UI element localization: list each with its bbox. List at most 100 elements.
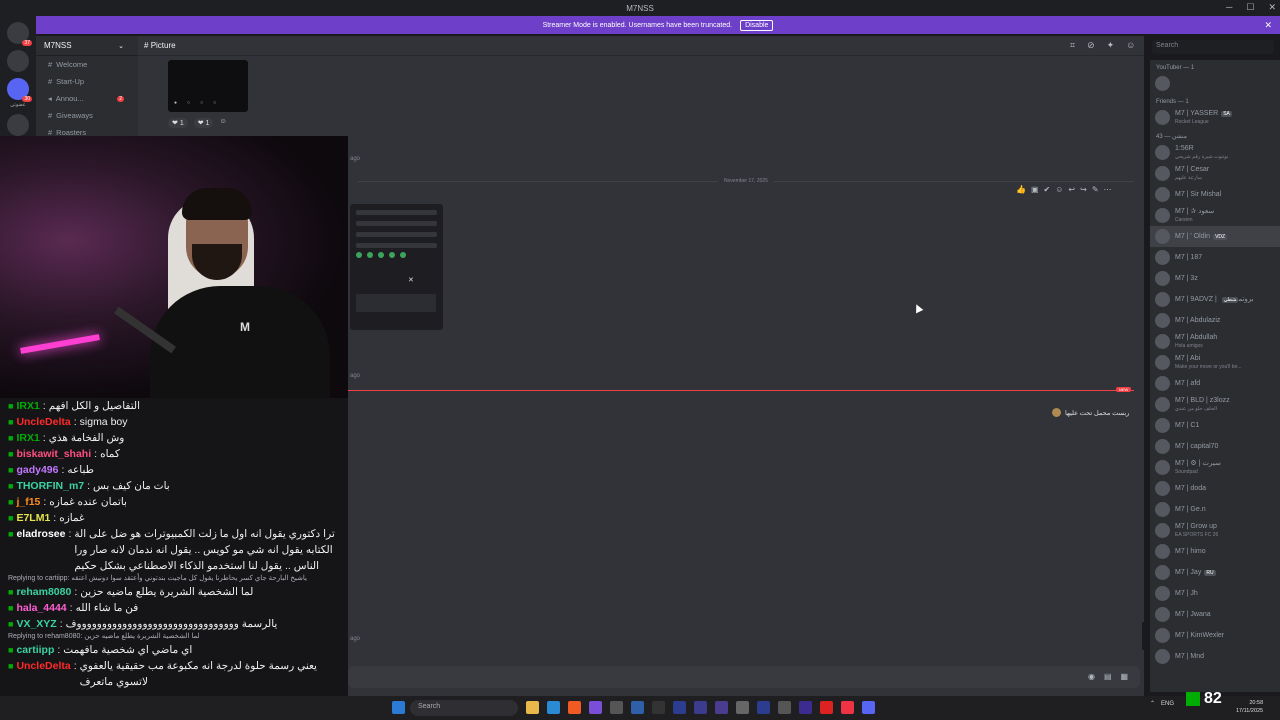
server-icon[interactable] bbox=[7, 114, 29, 136]
member-item[interactable]: M7 | 3z bbox=[1150, 268, 1280, 289]
reaction-icon[interactable]: ▣ bbox=[1031, 185, 1039, 194]
add-reaction-icon[interactable]: ☺ bbox=[1055, 185, 1063, 194]
badge-icon: ■ bbox=[8, 417, 14, 427]
member-item[interactable]: M7 | Grow up EA SPORTS FC 26 bbox=[1150, 520, 1280, 541]
app-icon[interactable] bbox=[736, 701, 749, 714]
chat-message: ■ IRX1: وش الفخامة هذي bbox=[4, 430, 344, 446]
member-item[interactable]: M7 | himo bbox=[1150, 541, 1280, 562]
member-item[interactable]: M7 | Ge.n bbox=[1150, 499, 1280, 520]
member-item[interactable]: M7 | Jwana bbox=[1150, 604, 1280, 625]
chat-message: ■ gady496: طباعه bbox=[4, 462, 344, 478]
badge-icon: ■ bbox=[8, 587, 14, 597]
member-item[interactable]: M7 | ⚙ | سيرت Soundpad bbox=[1150, 457, 1280, 478]
maximize-icon[interactable]: ☐ bbox=[1246, 2, 1254, 13]
audition-icon[interactable] bbox=[673, 701, 686, 714]
member-item[interactable]: M7 | ' Oldin VDZ bbox=[1150, 226, 1280, 247]
avatar[interactable] bbox=[1052, 408, 1061, 417]
check-icon[interactable]: ✔ bbox=[1044, 185, 1051, 194]
opera-icon[interactable] bbox=[820, 701, 833, 714]
reply-icon[interactable]: ↩ bbox=[1068, 185, 1075, 194]
brave-icon[interactable] bbox=[568, 701, 581, 714]
member-item[interactable]: M7 | BLD | z3lozz الحلف حلو من عندي bbox=[1150, 394, 1280, 415]
member-item[interactable]: M7 | Mnd bbox=[1150, 646, 1280, 667]
member-item[interactable]: M7 | Abdulaziz bbox=[1150, 310, 1280, 331]
channel-label: Welcome bbox=[56, 60, 88, 69]
member-item[interactable] bbox=[1150, 73, 1280, 94]
member-item[interactable]: M7 | capital70 bbox=[1150, 436, 1280, 457]
message-input[interactable] bbox=[348, 666, 1140, 688]
chat-separator: : bbox=[57, 644, 61, 656]
chat-reply-context: Replying to cartiipp: ياشيخ البارحة جاي … bbox=[8, 575, 307, 582]
after-effects-icon[interactable] bbox=[694, 701, 707, 714]
server-icon[interactable] bbox=[7, 50, 29, 72]
app-icon[interactable] bbox=[778, 701, 791, 714]
server-name[interactable]: M7NSS ⌄ bbox=[36, 36, 138, 56]
channel-item[interactable]: # Welcome bbox=[36, 56, 138, 73]
channel-item[interactable]: # Giveaways bbox=[36, 107, 138, 124]
more-icon[interactable]: ⋯ bbox=[1104, 185, 1112, 194]
forward-icon[interactable]: ↪ bbox=[1080, 185, 1087, 194]
gift-icon[interactable]: ◉ bbox=[1088, 672, 1095, 681]
search-input[interactable]: Search bbox=[1152, 40, 1274, 54]
threads-icon[interactable]: ⌗ bbox=[1070, 40, 1075, 51]
channel-item[interactable]: # Start-Up bbox=[36, 73, 138, 90]
member-item[interactable]: M7 | 187 bbox=[1150, 247, 1280, 268]
member-item[interactable]: M7 | C1 bbox=[1150, 415, 1280, 436]
taskbar-search[interactable]: Search bbox=[410, 700, 518, 716]
clock[interactable]: 20:58 17/11/2025 bbox=[1236, 699, 1263, 715]
channel-item[interactable]: ◂ Annou... 2 bbox=[36, 90, 138, 107]
reaction[interactable]: ❤ 1 bbox=[193, 118, 214, 128]
photoshop-icon[interactable] bbox=[631, 701, 644, 714]
members-icon[interactable]: ☺ bbox=[1126, 40, 1135, 51]
member-item[interactable]: M7 | Abdullah Hola amigos bbox=[1150, 331, 1280, 352]
language-indicator[interactable]: ENG bbox=[1161, 701, 1174, 707]
chevron-up-icon[interactable]: ⌃ bbox=[1150, 700, 1155, 707]
add-reaction-icon[interactable]: ☺ bbox=[219, 118, 226, 128]
mute-icon[interactable]: ⊘ bbox=[1087, 40, 1095, 51]
minimize-icon[interactable]: ─ bbox=[1226, 2, 1232, 13]
member-item[interactable]: M7 | YASSER SA Rocket League bbox=[1150, 107, 1280, 128]
vscode-icon[interactable] bbox=[547, 701, 560, 714]
premiere-icon[interactable] bbox=[799, 701, 812, 714]
member-item[interactable]: M7 | doda bbox=[1150, 478, 1280, 499]
file-explorer-icon[interactable] bbox=[526, 701, 539, 714]
visual-studio-icon[interactable] bbox=[589, 701, 602, 714]
member-item[interactable]: M7 | Sir Mishal bbox=[1150, 184, 1280, 205]
member-tag: RU bbox=[1204, 569, 1216, 576]
chevron-down-icon[interactable]: ⌄ bbox=[118, 42, 124, 50]
scrollbar[interactable] bbox=[1142, 622, 1145, 650]
member-item[interactable]: M7 | Jay RU bbox=[1150, 562, 1280, 583]
gif-icon[interactable]: ▤ bbox=[1104, 672, 1112, 681]
app-icon[interactable] bbox=[610, 701, 623, 714]
app-icon[interactable] bbox=[652, 701, 665, 714]
member-item[interactable]: 1:56R نوتنوت شيرة رقم شريحي bbox=[1150, 142, 1280, 163]
reaction[interactable]: ❤ 1 bbox=[168, 118, 188, 128]
member-item[interactable]: M7 | afd bbox=[1150, 373, 1280, 394]
member-item[interactable]: M7 | KimWexler bbox=[1150, 625, 1280, 646]
audition-icon[interactable] bbox=[757, 701, 770, 714]
server-icon-selected[interactable]: 30 bbox=[7, 78, 32, 102]
member-item[interactable]: M7 | ✰ سعود Carsten bbox=[1150, 205, 1280, 226]
close-icon[interactable]: ✕ bbox=[1268, 2, 1276, 13]
app-icon[interactable] bbox=[841, 701, 854, 714]
disable-button[interactable]: Disable bbox=[740, 19, 774, 31]
banner-close-icon[interactable]: ✕ bbox=[1264, 20, 1272, 31]
pin-icon[interactable]: ✦ bbox=[1107, 40, 1115, 51]
sticker-icon[interactable]: ▦ bbox=[1121, 672, 1129, 681]
chat-text: فن ما شاء الله bbox=[75, 602, 139, 614]
edit-icon[interactable]: ✎ bbox=[1092, 185, 1099, 194]
screenshot-attachment[interactable]: ✕ bbox=[350, 204, 443, 330]
member-name: M7 | Abdullah bbox=[1175, 333, 1218, 341]
discord-icon[interactable] bbox=[862, 701, 875, 714]
member-item[interactable]: M7 | Abi Make your move or you'll be... bbox=[1150, 352, 1280, 373]
thumbs-up-icon[interactable]: 👍 bbox=[1016, 185, 1026, 194]
member-item[interactable]: M7 | Cesar سارعة عليهم bbox=[1150, 163, 1280, 184]
image-attachment[interactable]: ● ○ ○ ○ bbox=[168, 60, 248, 112]
windows-start-icon[interactable] bbox=[392, 701, 405, 714]
member-item[interactable]: M7 | Jh bbox=[1150, 583, 1280, 604]
member-item[interactable]: M7 | 9ADVZ | بروتمشطي bbox=[1150, 289, 1280, 310]
discord-home-icon[interactable]: 37 bbox=[7, 22, 32, 46]
media-encoder-icon[interactable] bbox=[715, 701, 728, 714]
viewer-count: 82 bbox=[1186, 690, 1222, 708]
avatar bbox=[1155, 271, 1170, 286]
